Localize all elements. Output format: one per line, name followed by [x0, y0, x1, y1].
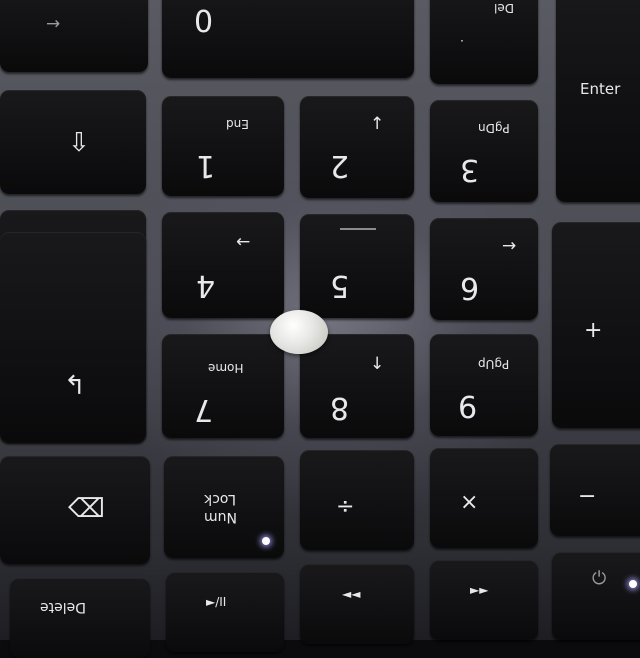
backspace-icon: ⌫	[68, 494, 105, 524]
key-delete-label: Delete	[40, 599, 86, 615]
key-multiply-label: ×	[460, 490, 479, 515]
play-pause-icon: ►/II	[206, 595, 227, 609]
key-4-label: 4	[196, 268, 216, 303]
key-del[interactable]: Del .	[430, 0, 538, 84]
key-1-label: 1	[196, 148, 216, 183]
arrow-right-icon: →	[46, 14, 61, 34]
enter-arrow-icon: ↳	[64, 368, 86, 398]
key-1[interactable]: End 1	[162, 96, 284, 196]
key-divide-label: ÷	[336, 494, 355, 519]
key-3-label: 3	[460, 152, 480, 187]
key-6[interactable]: → 6	[430, 218, 538, 320]
key-prev-track[interactable]: ◄◄	[300, 564, 414, 644]
key-0-label: 0	[194, 5, 214, 40]
key-9[interactable]: PgUp 9	[430, 334, 538, 436]
arrow-up-icon: ↑	[370, 114, 385, 134]
key-play-pause[interactable]: ►/II	[166, 572, 284, 652]
key-8-label: 8	[330, 390, 350, 425]
key-next-track[interactable]: ►►	[430, 560, 538, 640]
key-2-label: 2	[330, 148, 350, 183]
power-icon: ⏻	[592, 568, 607, 589]
key-del-label: Del	[494, 1, 514, 15]
key-5-bump	[340, 228, 376, 230]
key-enter-left[interactable]: ↳	[0, 232, 146, 442]
key-2[interactable]: ↑ 2	[300, 96, 414, 198]
key-7-label: 7	[194, 392, 214, 427]
arrow-right-icon: →	[502, 236, 517, 256]
key-arrow-right[interactable]: →	[0, 0, 148, 72]
key-backspace[interactable]: ⌫	[0, 456, 150, 564]
key-7[interactable]: Home 7	[162, 334, 284, 438]
keyboard-deck: → 0 Del . Enter ⇩ End 1 ↑ 2 PgDn 3 ← 4 5…	[0, 0, 640, 658]
key-6-label: 6	[460, 270, 480, 305]
trackpoint-nub[interactable]	[270, 310, 328, 354]
power-led	[629, 580, 637, 588]
key-0[interactable]: 0	[162, 0, 414, 78]
key-lock-label: Lock	[204, 491, 236, 507]
key-9-label: 9	[458, 388, 478, 423]
key-enter[interactable]: Enter	[556, 0, 640, 202]
key-num-label: Num	[204, 509, 237, 525]
prev-track-icon: ◄◄	[342, 587, 361, 601]
key-pgdn-label: PgDn	[478, 121, 510, 135]
key-power[interactable]: ⏻	[552, 552, 640, 640]
arrow-left-icon: ←	[236, 232, 251, 252]
key-divide[interactable]: ÷	[300, 450, 414, 550]
key-end-label: End	[226, 117, 249, 131]
key-del-dot: .	[460, 37, 464, 51]
key-plus-label: +	[584, 318, 603, 343]
key-5-label: 5	[330, 268, 350, 303]
arrow-down-icon: ↓	[370, 354, 385, 374]
numlock-led	[262, 537, 270, 545]
key-3[interactable]: PgDn 3	[430, 100, 538, 202]
key-plus[interactable]: +	[552, 222, 640, 428]
key-8[interactable]: ↓ 8	[300, 334, 414, 438]
key-home-label: Home	[208, 361, 244, 375]
next-track-icon: ►►	[470, 583, 489, 597]
key-shift[interactable]: ⇩	[0, 90, 146, 194]
key-5[interactable]: 5	[300, 214, 414, 318]
key-minus-label: −	[578, 484, 597, 509]
shift-icon: ⇩	[68, 128, 90, 158]
key-delete[interactable]: Delete	[10, 578, 150, 658]
key-4[interactable]: ← 4	[162, 212, 284, 318]
key-enter-label: Enter	[580, 80, 621, 98]
key-pgup-label: PgUp	[478, 357, 510, 371]
key-multiply[interactable]: ×	[430, 448, 538, 548]
key-minus[interactable]: −	[550, 444, 640, 536]
